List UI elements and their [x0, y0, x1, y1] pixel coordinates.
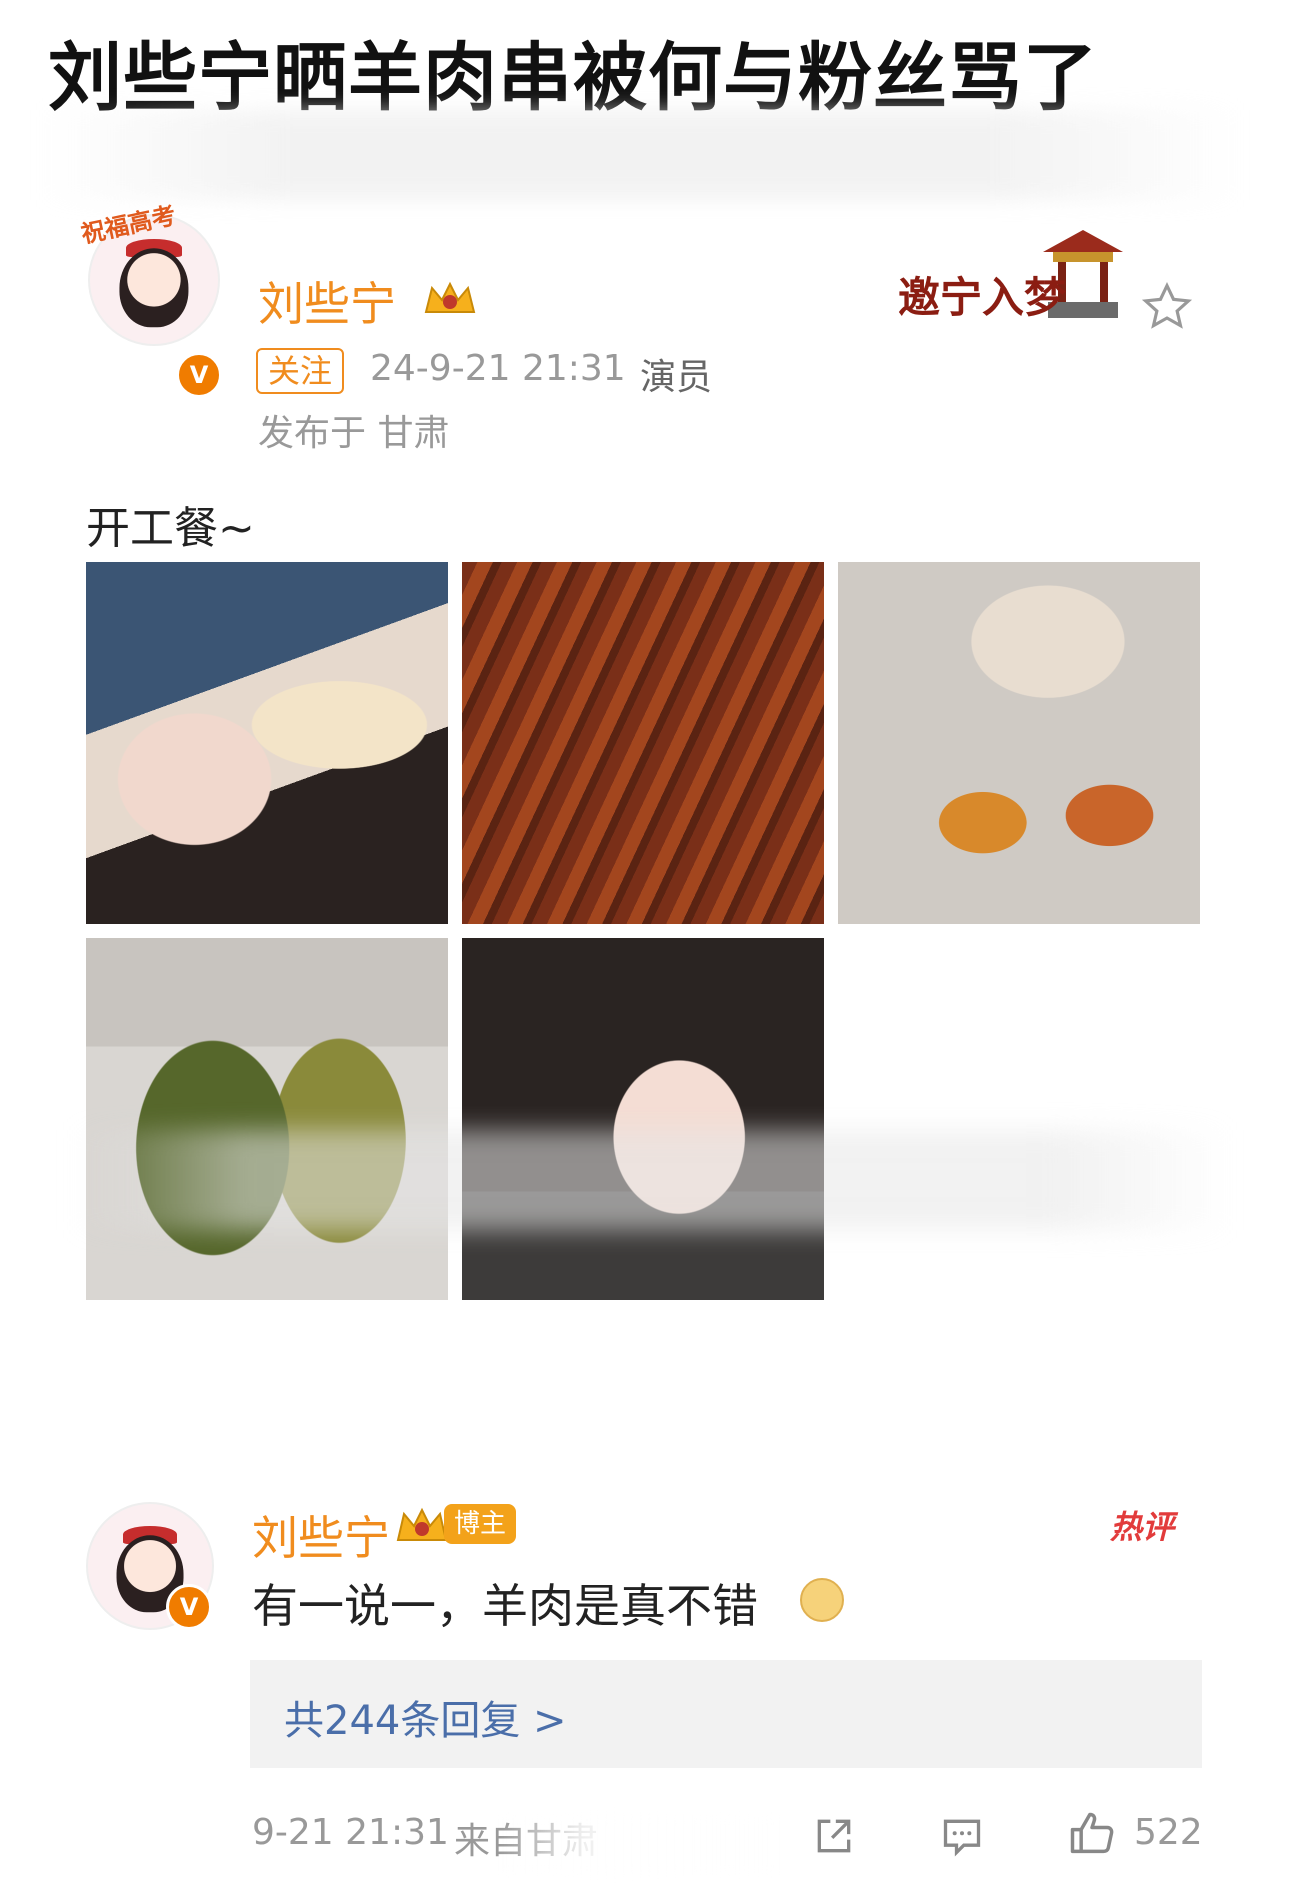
verified-badge-icon: V [176, 352, 222, 398]
comment-text: 有一说一，羊肉是真不错 [252, 1579, 758, 1633]
avatar-badge: 祝福高考 [79, 201, 220, 248]
post-timestamp: 24-9-21 21:31 [370, 348, 626, 389]
banner-decoration: 邀宁入梦 [898, 222, 1138, 332]
like-count: 522 [1134, 1812, 1203, 1853]
comment-verified-badge-icon: V [166, 1584, 212, 1630]
headline: 刘些宁晒羊肉串被何与粉丝骂了 [48, 35, 1098, 121]
photo-hotpot-oysters[interactable] [838, 562, 1200, 924]
photo-selfie-car[interactable] [462, 938, 824, 1300]
reply-box[interactable]: 共244条回复 > [250, 1660, 1202, 1768]
post-location: 发布于 甘肃 [258, 413, 450, 454]
photo-lamb-skewers[interactable] [462, 562, 824, 924]
post-role: 演员 [640, 357, 713, 398]
hot-comment-tag: 热评 [1110, 1508, 1175, 1546]
photo-herbal-tea[interactable] [86, 938, 448, 1300]
banner-text: 邀宁入梦 [898, 273, 1067, 322]
star-icon[interactable] [1140, 280, 1194, 334]
comment-icon[interactable] [940, 1814, 984, 1858]
post-text: 开工餐~ [86, 503, 255, 554]
like-icon[interactable] [1066, 1808, 1118, 1860]
blogger-badge: 博主 [444, 1504, 517, 1544]
comment-timestamp: 9-21 21:31 [252, 1812, 449, 1853]
comment-username[interactable]: 刘些宁 [252, 1502, 390, 1568]
reply-link[interactable]: 共244条回复 > [284, 1688, 567, 1746]
blurred-region-2 [70, 1130, 1230, 1230]
post-username[interactable]: 刘些宁 [258, 268, 396, 334]
share-icon[interactable] [812, 1814, 856, 1858]
avatar-badge-text: 祝福高考 [78, 201, 179, 249]
crown-icon [424, 281, 476, 313]
crown-icon [396, 1507, 448, 1541]
follow-button[interactable]: 关注 [256, 348, 345, 394]
blurred-region-3 [500, 1815, 780, 1875]
photo-selfie-bread[interactable] [86, 562, 448, 924]
doge-emoji-icon [800, 1578, 844, 1622]
blurred-region [40, 110, 1240, 200]
